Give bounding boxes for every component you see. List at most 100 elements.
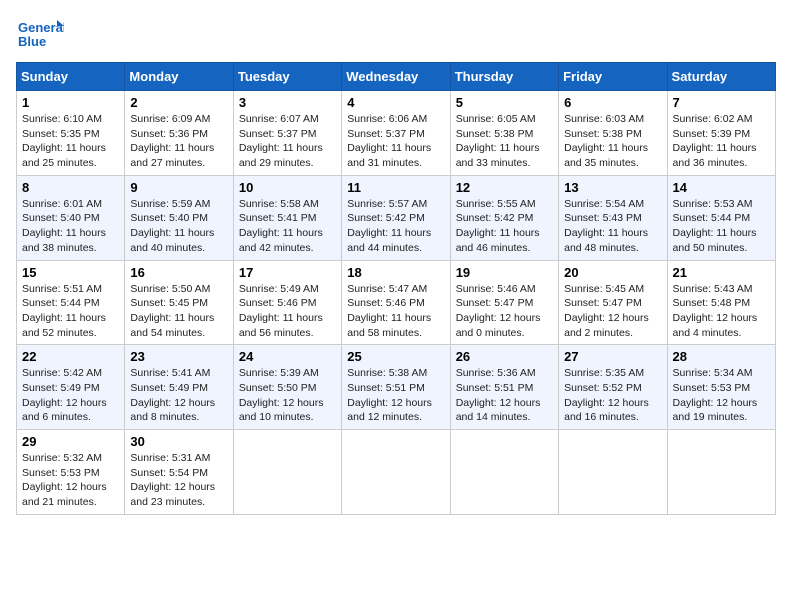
calendar-day-cell: 2 Sunrise: 6:09 AM Sunset: 5:36 PM Daylig… — [125, 91, 233, 176]
day-info: Sunrise: 6:10 AM Sunset: 5:35 PM Dayligh… — [22, 112, 119, 171]
day-info: Sunrise: 5:47 AM Sunset: 5:46 PM Dayligh… — [347, 282, 444, 341]
calendar-day-cell: 22Sunrise: 5:42 AM Sunset: 5:49 PM Dayli… — [17, 345, 125, 430]
calendar-week-row: 15 Sunrise: 5:51 AM Sunset: 5:44 PM Dayli… — [17, 260, 776, 345]
calendar-day-cell: 23 Sunrise: 5:41 AM Sunset: 5:49 PM Dayli… — [125, 345, 233, 430]
day-number: 17 — [239, 265, 336, 280]
day-number: 24 — [239, 349, 336, 364]
calendar-day-cell: 15 Sunrise: 5:51 AM Sunset: 5:44 PM Dayli… — [17, 260, 125, 345]
calendar-table: SundayMondayTuesdayWednesdayThursdayFrid… — [16, 62, 776, 515]
calendar-day-cell: 24 Sunrise: 5:39 AM Sunset: 5:50 PM Dayli… — [233, 345, 341, 430]
day-number: 20 — [564, 265, 661, 280]
day-info: Sunrise: 6:07 AM Sunset: 5:37 PM Dayligh… — [239, 112, 336, 171]
day-info: Sunrise: 5:50 AM Sunset: 5:45 PM Dayligh… — [130, 282, 227, 341]
day-number: 25 — [347, 349, 444, 364]
calendar-day-cell: 28Sunrise: 5:34 AM Sunset: 5:53 PM Dayli… — [667, 345, 775, 430]
calendar-day-cell: 8 Sunrise: 6:01 AM Sunset: 5:40 PM Daylig… — [17, 175, 125, 260]
calendar-day-cell: 19 Sunrise: 5:46 AM Sunset: 5:47 PM Dayli… — [450, 260, 558, 345]
calendar-day-cell: 17 Sunrise: 5:49 AM Sunset: 5:46 PM Dayli… — [233, 260, 341, 345]
day-number: 29 — [22, 434, 119, 449]
day-info: Sunrise: 5:51 AM Sunset: 5:44 PM Dayligh… — [22, 282, 119, 341]
day-info: Sunrise: 5:58 AM Sunset: 5:41 PM Dayligh… — [239, 197, 336, 256]
day-number: 18 — [347, 265, 444, 280]
calendar-day-cell: 25 Sunrise: 5:38 AM Sunset: 5:51 PM Dayli… — [342, 345, 450, 430]
day-info: Sunrise: 5:35 AM Sunset: 5:52 PM Dayligh… — [564, 366, 661, 425]
calendar-day-cell — [450, 430, 558, 515]
calendar-day-cell — [233, 430, 341, 515]
svg-text:Blue: Blue — [18, 34, 46, 49]
day-number: 4 — [347, 95, 444, 110]
day-info: Sunrise: 5:36 AM Sunset: 5:51 PM Dayligh… — [456, 366, 553, 425]
calendar-day-cell: 16 Sunrise: 5:50 AM Sunset: 5:45 PM Dayli… — [125, 260, 233, 345]
weekday-header: Thursday — [450, 63, 558, 91]
day-number: 23 — [130, 349, 227, 364]
day-number: 1 — [22, 95, 119, 110]
day-number: 9 — [130, 180, 227, 195]
day-number: 15 — [22, 265, 119, 280]
day-number: 30 — [130, 434, 227, 449]
day-info: Sunrise: 5:46 AM Sunset: 5:47 PM Dayligh… — [456, 282, 553, 341]
day-info: Sunrise: 5:31 AM Sunset: 5:54 PM Dayligh… — [130, 451, 227, 510]
day-number: 27 — [564, 349, 661, 364]
day-info: Sunrise: 6:01 AM Sunset: 5:40 PM Dayligh… — [22, 197, 119, 256]
calendar-day-cell: 9Sunrise: 5:59 AM Sunset: 5:40 PM Daylig… — [125, 175, 233, 260]
day-info: Sunrise: 5:45 AM Sunset: 5:47 PM Dayligh… — [564, 282, 661, 341]
weekday-header: Monday — [125, 63, 233, 91]
day-info: Sunrise: 6:09 AM Sunset: 5:36 PM Dayligh… — [130, 112, 227, 171]
day-number: 12 — [456, 180, 553, 195]
weekday-header: Wednesday — [342, 63, 450, 91]
weekday-header: Saturday — [667, 63, 775, 91]
calendar-week-row: 22Sunrise: 5:42 AM Sunset: 5:49 PM Dayli… — [17, 345, 776, 430]
day-number: 5 — [456, 95, 553, 110]
calendar-day-cell: 18 Sunrise: 5:47 AM Sunset: 5:46 PM Dayli… — [342, 260, 450, 345]
day-number: 28 — [673, 349, 770, 364]
calendar-day-cell — [342, 430, 450, 515]
calendar-day-cell: 4 Sunrise: 6:06 AM Sunset: 5:37 PM Daylig… — [342, 91, 450, 176]
day-number: 6 — [564, 95, 661, 110]
calendar-header-row: SundayMondayTuesdayWednesdayThursdayFrid… — [17, 63, 776, 91]
calendar-day-cell: 30 Sunrise: 5:31 AM Sunset: 5:54 PM Dayli… — [125, 430, 233, 515]
calendar-day-cell: 3Sunrise: 6:07 AM Sunset: 5:37 PM Daylig… — [233, 91, 341, 176]
day-info: Sunrise: 5:55 AM Sunset: 5:42 PM Dayligh… — [456, 197, 553, 256]
day-number: 21 — [673, 265, 770, 280]
logo-svg: General Blue — [16, 16, 64, 54]
day-number: 7 — [673, 95, 770, 110]
day-info: Sunrise: 6:03 AM Sunset: 5:38 PM Dayligh… — [564, 112, 661, 171]
calendar-day-cell: 14 Sunrise: 5:53 AM Sunset: 5:44 PM Dayli… — [667, 175, 775, 260]
calendar-week-row: 8 Sunrise: 6:01 AM Sunset: 5:40 PM Daylig… — [17, 175, 776, 260]
day-number: 16 — [130, 265, 227, 280]
day-number: 26 — [456, 349, 553, 364]
day-info: Sunrise: 5:43 AM Sunset: 5:48 PM Dayligh… — [673, 282, 770, 341]
day-info: Sunrise: 5:41 AM Sunset: 5:49 PM Dayligh… — [130, 366, 227, 425]
day-info: Sunrise: 6:02 AM Sunset: 5:39 PM Dayligh… — [673, 112, 770, 171]
calendar-day-cell: 6 Sunrise: 6:03 AM Sunset: 5:38 PM Daylig… — [559, 91, 667, 176]
calendar-day-cell: 29Sunrise: 5:32 AM Sunset: 5:53 PM Dayli… — [17, 430, 125, 515]
weekday-header: Friday — [559, 63, 667, 91]
day-info: Sunrise: 6:05 AM Sunset: 5:38 PM Dayligh… — [456, 112, 553, 171]
day-info: Sunrise: 5:54 AM Sunset: 5:43 PM Dayligh… — [564, 197, 661, 256]
calendar-day-cell: 7 Sunrise: 6:02 AM Sunset: 5:39 PM Daylig… — [667, 91, 775, 176]
calendar-day-cell: 1 Sunrise: 6:10 AM Sunset: 5:35 PM Daylig… — [17, 91, 125, 176]
day-number: 19 — [456, 265, 553, 280]
calendar-day-cell: 13Sunrise: 5:54 AM Sunset: 5:43 PM Dayli… — [559, 175, 667, 260]
calendar-day-cell: 12 Sunrise: 5:55 AM Sunset: 5:42 PM Dayli… — [450, 175, 558, 260]
day-info: Sunrise: 5:39 AM Sunset: 5:50 PM Dayligh… — [239, 366, 336, 425]
calendar-week-row: 29Sunrise: 5:32 AM Sunset: 5:53 PM Dayli… — [17, 430, 776, 515]
calendar-week-row: 1 Sunrise: 6:10 AM Sunset: 5:35 PM Daylig… — [17, 91, 776, 176]
calendar-day-cell: 26 Sunrise: 5:36 AM Sunset: 5:51 PM Dayli… — [450, 345, 558, 430]
day-number: 8 — [22, 180, 119, 195]
day-info: Sunrise: 5:42 AM Sunset: 5:49 PM Dayligh… — [22, 366, 119, 425]
day-number: 10 — [239, 180, 336, 195]
page-header: General Blue — [16, 16, 776, 54]
calendar-day-cell: 27 Sunrise: 5:35 AM Sunset: 5:52 PM Dayli… — [559, 345, 667, 430]
logo: General Blue — [16, 16, 64, 54]
calendar-day-cell: 5 Sunrise: 6:05 AM Sunset: 5:38 PM Daylig… — [450, 91, 558, 176]
day-number: 2 — [130, 95, 227, 110]
day-info: Sunrise: 5:57 AM Sunset: 5:42 PM Dayligh… — [347, 197, 444, 256]
day-info: Sunrise: 6:06 AM Sunset: 5:37 PM Dayligh… — [347, 112, 444, 171]
calendar-day-cell — [667, 430, 775, 515]
day-info: Sunrise: 5:53 AM Sunset: 5:44 PM Dayligh… — [673, 197, 770, 256]
day-info: Sunrise: 5:49 AM Sunset: 5:46 PM Dayligh… — [239, 282, 336, 341]
day-number: 14 — [673, 180, 770, 195]
day-info: Sunrise: 5:38 AM Sunset: 5:51 PM Dayligh… — [347, 366, 444, 425]
weekday-header: Tuesday — [233, 63, 341, 91]
